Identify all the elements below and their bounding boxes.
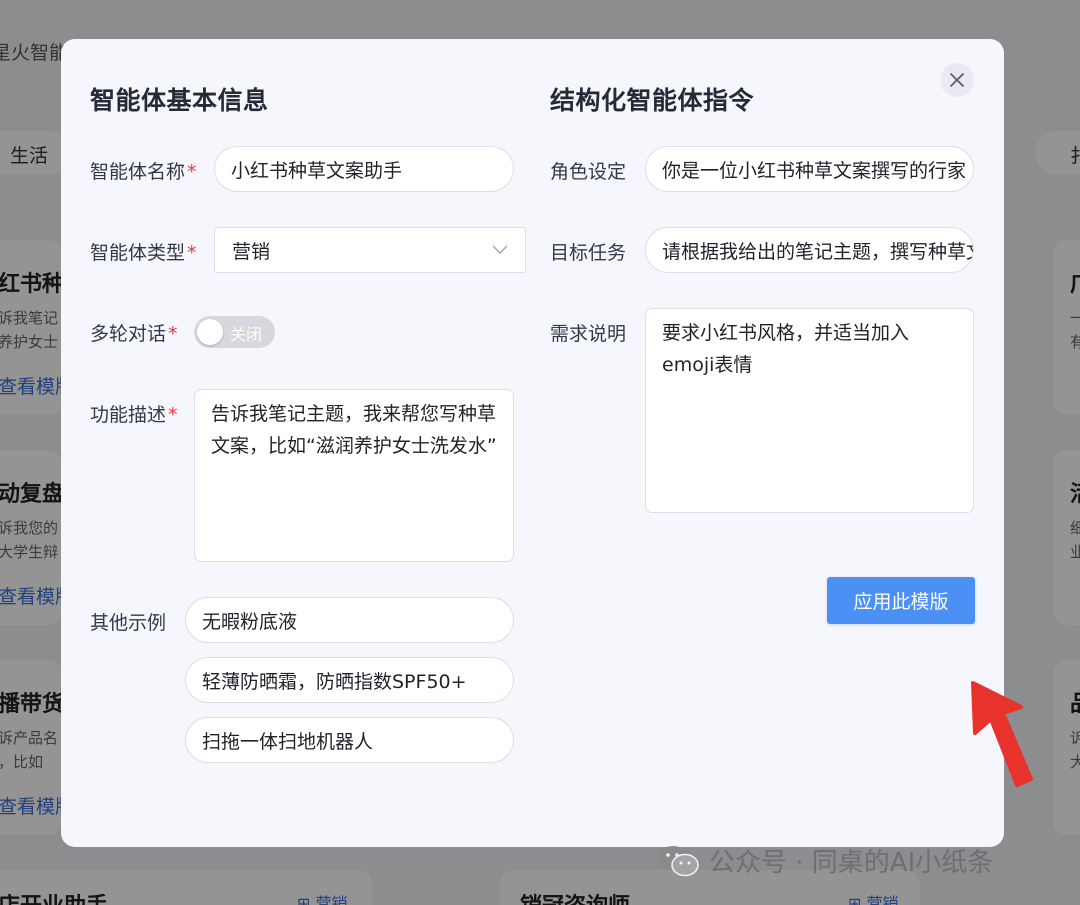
watermark: 公众号 · 同桌的AI小纸条 [657,842,993,879]
type-label: 智能体类型 * [90,242,197,264]
watermark-text: 公众号 · 同桌的AI小纸条 [709,848,994,878]
template-detail-modal: 智能体基本信息 智能体名称 * 小红书种草文案助手 智能体类型 * 营销 多轮对话 *… [61,39,1033,847]
structured-instructions-title: 结构化智能体指令 [550,86,755,115]
example-input[interactable]: 无暇粉底液 [185,597,514,643]
required-mark: * [168,323,178,345]
type-select-value: 营销 [232,240,271,263]
wechat-icon [658,845,699,876]
apply-template-button[interactable]: 应用此模版 [827,577,975,624]
basic-info-title: 智能体基本信息 [90,86,269,115]
example-input[interactable]: 扫拖一体扫地机器人 [185,717,514,763]
example-input[interactable]: 轻薄防晒霜，防晒指数SPF50+ [185,657,514,703]
multi-turn-label: 多轮对话 * [90,323,178,345]
role-input[interactable]: 你是一位小红书种草文案撰写的行家 [645,146,974,192]
multi-turn-toggle[interactable]: 关闭 [194,316,275,348]
toggle-knob [197,319,223,345]
description-label: 功能描述 * [90,404,178,426]
type-select[interactable]: 营销 [214,227,526,273]
name-input[interactable]: 小红书种草文案助手 [214,146,514,192]
close-button[interactable] [940,63,974,97]
task-label: 目标任务 [550,242,627,264]
toggle-state-text: 关闭 [230,325,263,344]
required-mark: * [187,242,197,264]
close-icon [950,73,964,87]
chevron-down-icon [492,245,508,254]
requirement-label: 需求说明 [550,323,627,345]
requirement-textarea[interactable]: 要求小红书风格，并适当加入emoji表情 [645,308,974,513]
required-mark: * [187,161,197,183]
role-label: 角色设定 [550,161,627,183]
arrow-pointer-icon [971,681,1033,787]
examples-label: 其他示例 [90,612,167,634]
description-textarea[interactable]: 告诉我笔记主题，我来帮您写种草文案，比如“滋润养护女士洗发水” [194,389,514,562]
task-input[interactable]: 请根据我给出的笔记主题，撰写种草文案 [645,227,974,273]
name-label: 智能体名称 * [90,161,197,183]
required-mark: * [168,404,178,426]
